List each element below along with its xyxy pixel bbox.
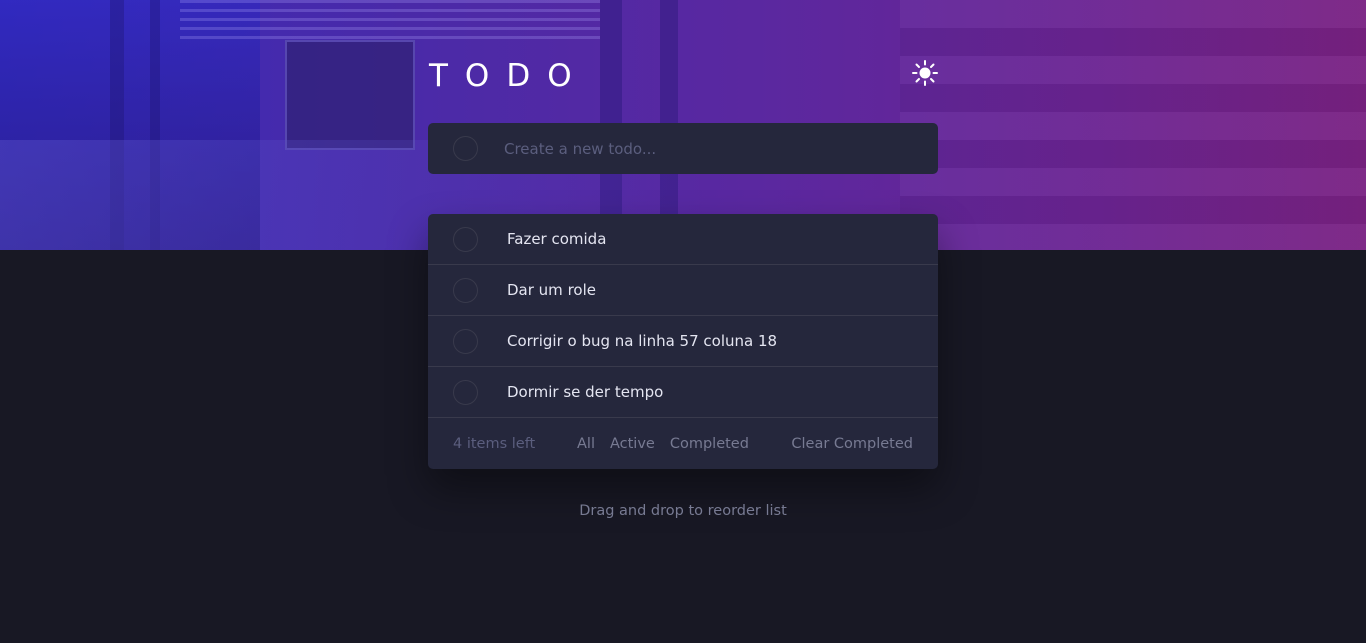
todo-item[interactable]: Dormir se der tempo [428,367,938,418]
todo-list: Fazer comida Dar um role Corrigir o bug … [428,214,938,469]
filter-group: All Active Completed [577,436,749,452]
new-todo-input[interactable] [504,133,904,164]
hero-ceiling [180,0,600,45]
todo-checkbox[interactable] [453,277,478,303]
todo-label: Corrigir o bug na linha 57 coluna 18 [507,332,778,350]
new-todo-bar [428,123,938,174]
filter-completed-button[interactable]: Completed [670,436,749,452]
todo-label: Fazer comida [507,230,607,248]
hero-bricks [900,0,1366,250]
filter-all-button[interactable]: All [577,436,595,452]
todo-label: Dar um role [507,281,596,299]
todo-checkbox[interactable] [453,226,478,252]
filter-active-button[interactable]: Active [610,436,655,452]
page-title: TODO [429,58,589,94]
todo-checkbox[interactable] [453,328,478,354]
sun-icon [912,60,938,86]
theme-toggle-button[interactable] [911,59,939,87]
new-todo-checkbox[interactable] [453,136,478,161]
todo-item[interactable]: Dar um role [428,265,938,316]
drag-hint: Drag and drop to reorder list [579,503,787,519]
items-left-count: 4 items left [453,436,535,452]
hero-doorway [285,40,415,150]
todo-item[interactable]: Corrigir o bug na linha 57 coluna 18 [428,316,938,367]
clear-completed-button[interactable]: Clear Completed [791,436,913,452]
todo-item[interactable]: Fazer comida [428,214,938,265]
items-left-text: 4 items left [453,435,536,452]
todo-checkbox[interactable] [453,379,478,405]
list-footer: 4 items left All Active Completed Clear … [428,418,938,469]
todo-label: Dormir se der tempo [507,383,664,401]
